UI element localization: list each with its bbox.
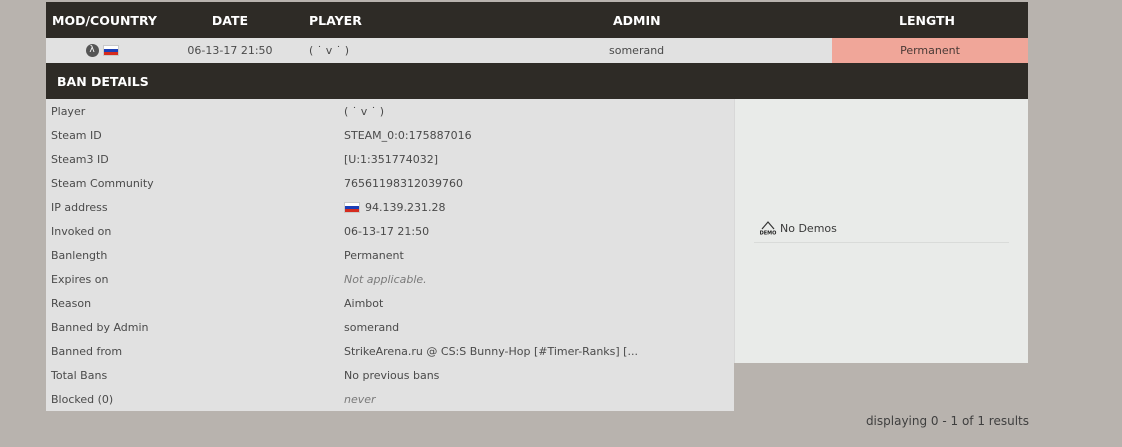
- detail-value: 06-13-17 21:50: [344, 224, 430, 238]
- player-cell: ( ˙ v ˙ ): [309, 44, 350, 57]
- detail-value: 94.139.231.28: [344, 201, 445, 214]
- detail-row-total-bans: Total Bans No previous bans: [46, 363, 734, 387]
- detail-label: Blocked (0): [51, 392, 114, 406]
- header-mod-country[interactable]: MOD/COUNTRY: [46, 13, 163, 28]
- ban-details-list: Player ( ˙ v ˙ ) Steam ID STEAM_0:0:1758…: [46, 99, 734, 411]
- detail-row-banned-by-admin: Banned by Admin somerand: [46, 315, 734, 339]
- ban-details: Player ( ˙ v ˙ ) Steam ID STEAM_0:0:1758…: [46, 99, 1028, 411]
- detail-label: Invoked on: [51, 224, 112, 238]
- demos-panel: DEMO No Demos: [734, 99, 1028, 363]
- detail-row-reason: Reason Aimbot: [46, 291, 734, 315]
- detail-row-banned-from: Banned from StrikeArena.ru @ CS:S Bunny-…: [46, 339, 734, 363]
- detail-label: Total Bans: [51, 368, 108, 382]
- detail-row-steam-id: Steam ID STEAM_0:0:175887016: [46, 123, 734, 147]
- detail-label: Player: [51, 104, 86, 118]
- results-count: displaying 0 - 1 of 1 results: [865, 414, 1029, 428]
- divider: [754, 242, 1009, 243]
- detail-value: Permanent: [344, 248, 404, 262]
- detail-label: Banned from: [51, 344, 123, 358]
- mod-country-cell: λ: [46, 44, 163, 57]
- demo-icon: DEMO: [759, 221, 777, 237]
- half-life-icon: λ: [85, 44, 99, 57]
- admin-cell: somerand: [609, 44, 665, 57]
- demos-entry: DEMO No Demos: [759, 221, 837, 237]
- header-admin[interactable]: ADMIN: [613, 13, 743, 28]
- header-length[interactable]: LENGTH: [829, 13, 1025, 28]
- ip-address-value: 94.139.231.28: [365, 200, 446, 214]
- russia-flag-icon: [102, 45, 119, 56]
- detail-row-invoked-on: Invoked on 06-13-17 21:50: [46, 219, 734, 243]
- length-cell: Permanent: [832, 38, 1028, 63]
- detail-row-ip-address: IP address 94.139.231.28: [46, 195, 734, 219]
- detail-value: No previous bans: [344, 368, 440, 382]
- detail-label: Banlength: [51, 248, 108, 262]
- detail-label: Expires on: [51, 272, 109, 286]
- no-demos-label: No Demos: [780, 221, 837, 235]
- detail-value: never: [344, 392, 376, 406]
- detail-value: Not applicable.: [344, 272, 427, 286]
- detail-label: Steam Community: [51, 176, 154, 190]
- detail-row-steam-community: Steam Community 76561198312039760: [46, 171, 734, 195]
- detail-value: StrikeArena.ru @ CS:S Bunny-Hop [#Timer-…: [344, 344, 638, 358]
- detail-row-player: Player ( ˙ v ˙ ): [46, 99, 734, 123]
- steam-community-link[interactable]: 76561198312039760: [344, 177, 463, 190]
- detail-value: somerand: [344, 320, 400, 334]
- detail-label: Steam ID: [51, 128, 102, 142]
- detail-value: STEAM_0:0:175887016: [344, 128, 472, 142]
- detail-value: [U:1:351774032]: [344, 152, 439, 166]
- detail-label: IP address: [51, 200, 108, 214]
- header-player[interactable]: PLAYER: [297, 13, 613, 28]
- detail-row-expires-on: Expires on Not applicable.: [46, 267, 734, 291]
- detail-label: Steam3 ID: [51, 152, 109, 166]
- ban-details-header: BAN DETAILS: [46, 63, 1028, 99]
- table-row[interactable]: λ 06-13-17 21:50 ( ˙ v ˙ ) somerand Perm…: [46, 38, 1028, 63]
- bans-table: MOD/COUNTRY DATE PLAYER ADMIN LENGTH λ 0…: [46, 2, 1028, 411]
- detail-row-steam3-id: Steam3 ID [U:1:351774032]: [46, 147, 734, 171]
- detail-value: Aimbot: [344, 296, 384, 310]
- date-cell: 06-13-17 21:50: [187, 44, 273, 57]
- detail-row-blocked: Blocked (0) never: [46, 387, 734, 411]
- detail-row-banlength: Banlength Permanent: [46, 243, 734, 267]
- detail-label: Reason: [51, 296, 92, 310]
- russia-flag-icon: [344, 201, 360, 213]
- header-date[interactable]: DATE: [163, 13, 297, 28]
- detail-label: Banned by Admin: [51, 320, 149, 334]
- table-header: MOD/COUNTRY DATE PLAYER ADMIN LENGTH: [46, 2, 1028, 38]
- svg-text:DEMO: DEMO: [760, 231, 777, 236]
- detail-value: ( ˙ v ˙ ): [344, 104, 385, 118]
